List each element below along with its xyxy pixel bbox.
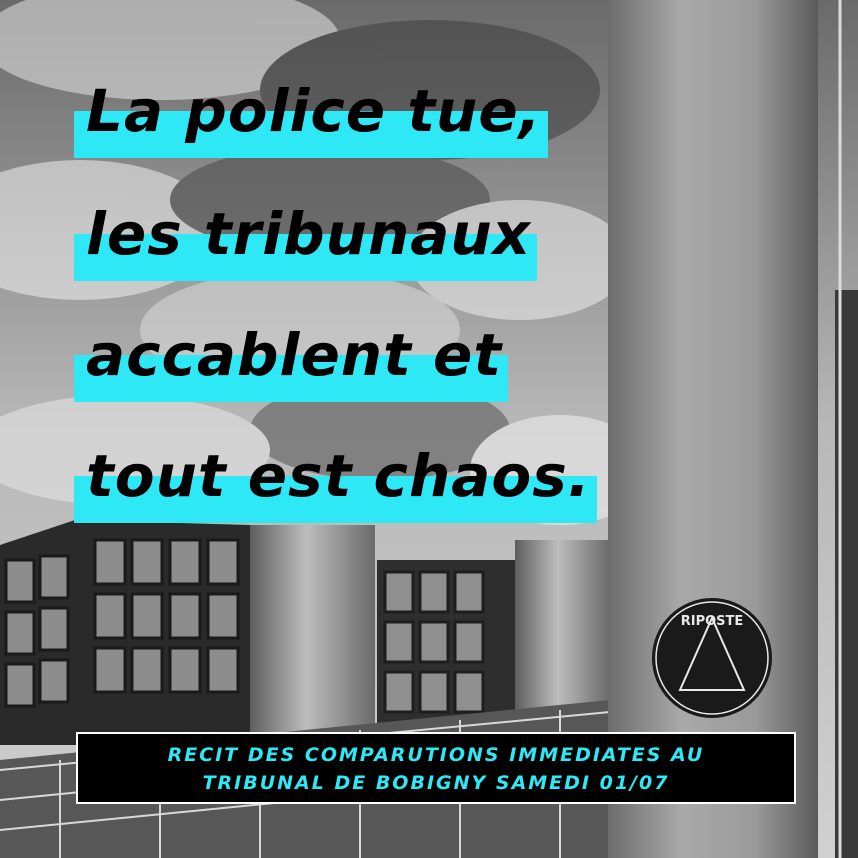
caption-line-1: RECIT DES COMPARUTIONS IMMEDIATES AU — [167, 744, 705, 766]
concrete-pillar — [608, 0, 818, 858]
caption-banner: RECIT DES COMPARUTIONS IMMEDIATES AU TRI… — [76, 732, 796, 804]
silo-left — [250, 525, 375, 745]
caption-line-2: TRIBUNAL DE BOBIGNY SAMEDI 01/07 — [202, 772, 670, 794]
poster: RIPOSTE La police tue, les tribunaux acc… — [0, 0, 858, 858]
headline-line-2: les tribunaux — [74, 205, 538, 281]
headline-line-3: accablent et — [74, 326, 509, 402]
glass-building — [0, 520, 250, 745]
headline-line-1: La police tue, — [74, 82, 548, 158]
building-right — [835, 290, 858, 858]
sticker-text: RIPOSTE — [681, 614, 744, 629]
headline-line-4: tout est chaos. — [74, 447, 597, 523]
